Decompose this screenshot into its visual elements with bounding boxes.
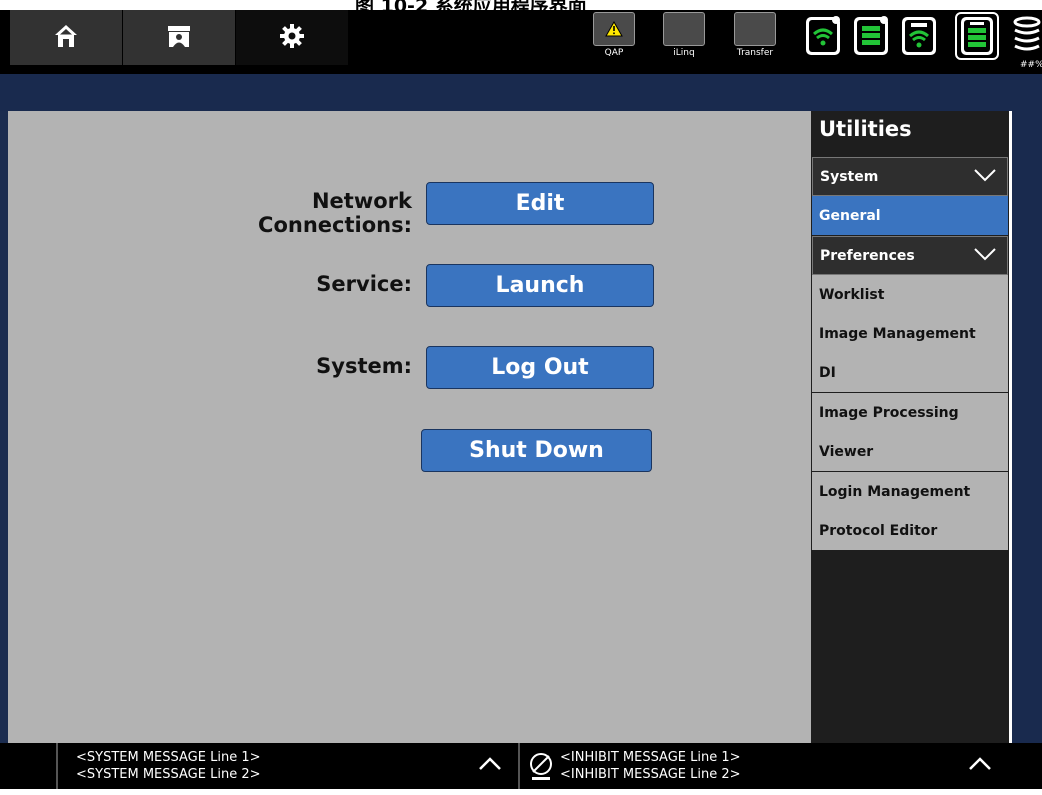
inhibit-message-line-2: <INHIBIT MESSAGE Line 2> xyxy=(560,767,741,782)
menu-item-label: Protocol Editor xyxy=(819,522,938,539)
caption-text: 图 10-2 系统应用程序界面 xyxy=(355,0,587,10)
menu-item-login-management[interactable]: Login Management xyxy=(812,472,1008,511)
gear-icon xyxy=(279,23,305,53)
home-button[interactable] xyxy=(10,10,123,65)
menu-item-label: Image Processing xyxy=(819,404,959,421)
status-qap-label: QAP xyxy=(604,48,624,58)
inhibit-message-line-1: <INHIBIT MESSAGE Line 1> xyxy=(560,750,741,765)
chevron-down-icon xyxy=(973,167,997,187)
wifi-detector-icon[interactable] xyxy=(803,14,843,58)
menu-item-viewer[interactable]: Viewer xyxy=(812,432,1008,471)
transfer-status-box xyxy=(734,12,776,46)
status-ilinq-label: iLinq xyxy=(673,48,695,58)
disk-stack-icon[interactable] xyxy=(1012,14,1042,58)
left-edge xyxy=(0,111,8,743)
battery-detector-icon[interactable] xyxy=(955,12,999,60)
system-message-line-2: <SYSTEM MESSAGE Line 2> xyxy=(76,767,261,782)
launch-button[interactable]: Launch xyxy=(426,264,654,307)
folder-person-icon xyxy=(166,23,192,53)
status-ilinq[interactable]: iLinq xyxy=(658,12,710,64)
chevron-up-icon[interactable] xyxy=(968,755,992,775)
menu-item-label: Viewer xyxy=(819,443,874,460)
utilities-workspace: Network Connections: Edit Service: Launc… xyxy=(8,111,813,743)
menu-item-protocol-editor[interactable]: Protocol Editor xyxy=(812,511,1008,550)
menu-item-label: Image Management xyxy=(819,325,976,342)
inhibit-icon xyxy=(526,751,556,787)
divider xyxy=(518,743,520,789)
storage-label: ##% xyxy=(1020,60,1042,70)
settings-button[interactable] xyxy=(236,10,349,65)
home-icon xyxy=(53,23,79,53)
battery-detector-icon[interactable] xyxy=(851,14,891,58)
menu-item-image-management[interactable]: Image Management xyxy=(812,314,1008,353)
preferences-section-label: Preferences xyxy=(820,247,915,264)
status-qap[interactable]: QAP xyxy=(588,12,640,64)
ilinq-status-box xyxy=(663,12,705,46)
menu-item-label: Login Management xyxy=(819,483,971,500)
inhibit-message: <INHIBIT MESSAGE Line 1> <INHIBIT MESSAG… xyxy=(560,749,741,795)
sub-header-bar xyxy=(0,74,1042,111)
system-message-line-1: <SYSTEM MESSAGE Line 1> xyxy=(76,750,261,765)
panel-title: Utilities xyxy=(819,117,912,141)
chevron-down-icon xyxy=(973,246,997,266)
utilities-menu-panel: Utilities System General Preferences Wor… xyxy=(811,111,1009,743)
system-section-header[interactable]: System xyxy=(812,157,1008,196)
network-connections-label: Network Connections: xyxy=(258,189,412,237)
figure-caption: 图 10-2 系统应用程序界面 xyxy=(0,0,1042,10)
menu-item-label: DI xyxy=(819,364,836,381)
system-message: <SYSTEM MESSAGE Line 1> <SYSTEM MESSAGE … xyxy=(76,749,261,795)
system-label: System: xyxy=(316,354,412,378)
divider xyxy=(56,743,58,789)
message-bar: <SYSTEM MESSAGE Line 1> <SYSTEM MESSAGE … xyxy=(0,743,1042,789)
worklist-button[interactable] xyxy=(123,10,236,65)
shut-down-button[interactable]: Shut Down xyxy=(421,429,652,472)
status-transfer[interactable]: Transfer xyxy=(729,12,781,64)
menu-item-label: General xyxy=(819,207,881,224)
menu-item-worklist[interactable]: Worklist xyxy=(812,275,1008,314)
menu-item-general[interactable]: General xyxy=(812,196,1008,235)
edit-button[interactable]: Edit xyxy=(426,182,654,225)
log-out-button[interactable]: Log Out xyxy=(426,346,654,389)
status-transfer-label: Transfer xyxy=(736,48,774,58)
service-label: Service: xyxy=(316,272,412,296)
system-section-label: System xyxy=(820,168,879,185)
menu-item-label: Worklist xyxy=(819,286,885,303)
right-edge xyxy=(1012,111,1042,743)
menu-item-di[interactable]: DI xyxy=(812,353,1008,392)
top-bar: QAP iLinq Transfer ##% xyxy=(0,10,1042,74)
wifi-detector-icon[interactable] xyxy=(899,14,939,58)
warning-icon xyxy=(593,12,635,46)
menu-item-image-processing[interactable]: Image Processing xyxy=(812,393,1008,432)
chevron-up-icon[interactable] xyxy=(478,755,502,775)
preferences-section-header[interactable]: Preferences xyxy=(812,236,1008,275)
